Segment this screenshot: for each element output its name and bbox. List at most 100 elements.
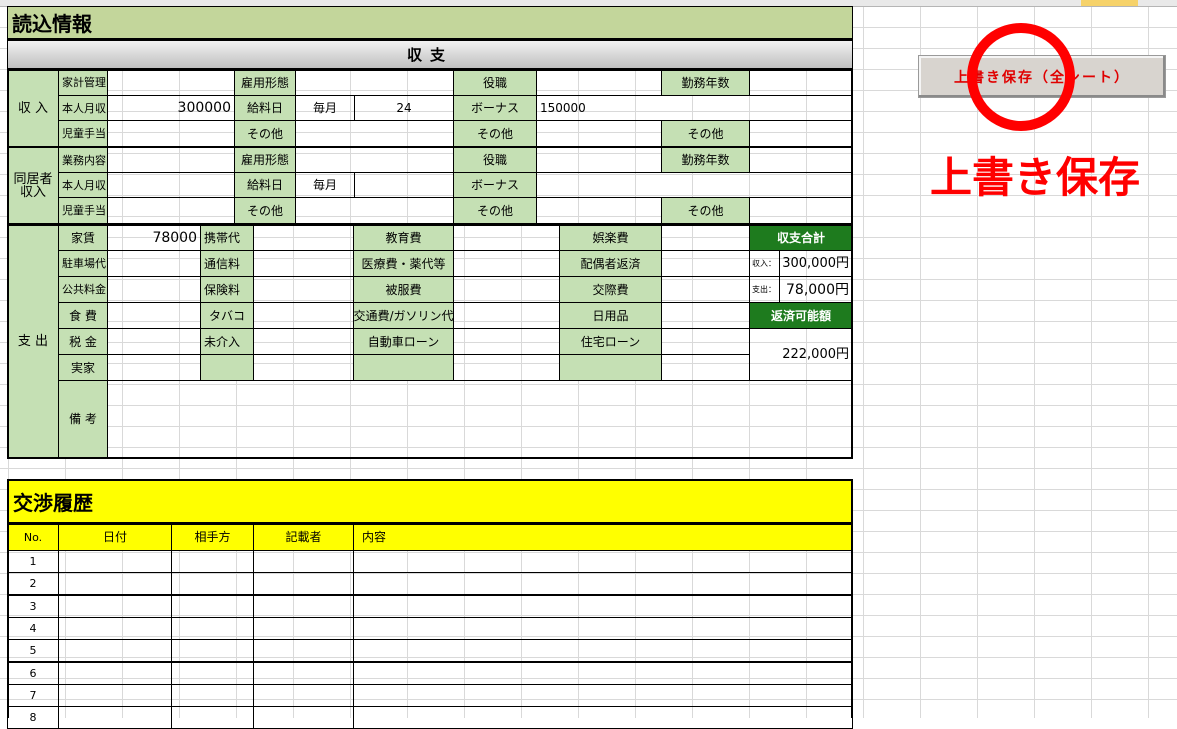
cohabitant-section-label: 同居者 収入 bbox=[7, 147, 59, 224]
history-recorder[interactable] bbox=[253, 662, 354, 685]
field-communication[interactable] bbox=[253, 250, 354, 277]
history-date[interactable] bbox=[58, 639, 172, 662]
history-counterparty[interactable] bbox=[171, 595, 254, 618]
remarks-label: 備 考 bbox=[58, 380, 108, 458]
history-content[interactable] bbox=[353, 572, 853, 595]
field-utilities[interactable] bbox=[107, 276, 201, 303]
sheet-title: 読込情報 bbox=[7, 6, 853, 40]
history-counterparty[interactable] bbox=[171, 550, 254, 573]
history-date[interactable] bbox=[58, 550, 172, 573]
history-recorder[interactable] bbox=[253, 639, 354, 662]
field-daily-goods[interactable] bbox=[661, 302, 750, 329]
label-job-description: 業務内容 bbox=[58, 147, 108, 173]
field-rent[interactable]: 78000 bbox=[107, 224, 201, 251]
field-cohab-payday-day[interactable] bbox=[354, 172, 454, 198]
field-transport-gas[interactable] bbox=[453, 302, 560, 329]
history-row-number: 3 bbox=[7, 595, 59, 618]
field-mobile-fee[interactable] bbox=[253, 224, 354, 251]
field-monthly-income[interactable]: 300000 bbox=[107, 95, 235, 121]
field-spouse-repayment[interactable] bbox=[661, 250, 750, 277]
field-cohab-monthly-income[interactable] bbox=[107, 172, 235, 198]
field-cohab-other-3[interactable] bbox=[749, 197, 853, 224]
field-education[interactable] bbox=[453, 224, 560, 251]
history-recorder[interactable] bbox=[253, 550, 354, 573]
field-blank-c[interactable] bbox=[453, 354, 560, 381]
field-medical[interactable] bbox=[453, 250, 560, 277]
field-job-description[interactable] bbox=[107, 147, 235, 173]
col-header-recorder: 記載者 bbox=[253, 523, 354, 551]
field-cohab-other-2[interactable] bbox=[536, 197, 662, 224]
field-position[interactable] bbox=[536, 69, 662, 96]
field-cohab-employment-type[interactable] bbox=[295, 147, 454, 173]
field-other-1[interactable] bbox=[295, 120, 454, 147]
history-date[interactable] bbox=[58, 572, 172, 595]
field-cohab-position[interactable] bbox=[536, 147, 662, 173]
history-date[interactable] bbox=[58, 617, 172, 640]
field-insurance[interactable] bbox=[253, 276, 354, 303]
history-row-number: 2 bbox=[7, 572, 59, 595]
history-date[interactable] bbox=[58, 684, 172, 707]
field-tobacco[interactable] bbox=[253, 302, 354, 329]
label-monthly-income: 本人月収 bbox=[58, 95, 108, 121]
label-rent: 家賃 bbox=[58, 224, 108, 251]
field-parents-home[interactable] bbox=[107, 354, 201, 381]
history-counterparty[interactable] bbox=[171, 617, 254, 640]
history-counterparty[interactable] bbox=[171, 572, 254, 595]
field-child-allowance[interactable] bbox=[107, 120, 235, 147]
field-parking[interactable] bbox=[107, 250, 201, 277]
income-section-label: 収 入 bbox=[7, 69, 59, 147]
history-date[interactable] bbox=[58, 662, 172, 685]
col-header-content: 内容 bbox=[353, 523, 853, 551]
history-date[interactable] bbox=[58, 595, 172, 618]
summary-income-label: 収入： bbox=[749, 250, 780, 277]
field-social-expenses[interactable] bbox=[661, 276, 750, 303]
label-taxes: 税 金 bbox=[58, 328, 108, 355]
field-payday-day[interactable]: 24 bbox=[354, 95, 454, 121]
label-household-manager: 家計管理 bbox=[58, 69, 108, 96]
field-car-loan[interactable] bbox=[453, 328, 560, 355]
label-mortgage: 住宅ローン bbox=[559, 328, 662, 355]
label-parents-home: 実家 bbox=[58, 354, 108, 381]
field-blank-d[interactable] bbox=[661, 354, 750, 381]
history-content[interactable] bbox=[353, 684, 853, 707]
history-content[interactable] bbox=[353, 662, 853, 685]
label-utilities: 公共料金 bbox=[58, 276, 108, 303]
history-content[interactable] bbox=[353, 550, 853, 573]
field-entertainment[interactable] bbox=[661, 224, 750, 251]
field-bonus[interactable]: 150000 bbox=[536, 95, 853, 121]
cohabitant-label-line2: 収入 bbox=[19, 184, 46, 200]
history-recorder[interactable] bbox=[253, 572, 354, 595]
selected-column-header bbox=[1081, 0, 1138, 6]
field-cohab-bonus[interactable] bbox=[536, 172, 853, 198]
field-employment-type[interactable] bbox=[295, 69, 454, 96]
field-clothing[interactable] bbox=[453, 276, 560, 303]
field-other-3[interactable] bbox=[749, 120, 853, 147]
field-years-employed[interactable] bbox=[749, 69, 853, 96]
label-tobacco: タバコ bbox=[200, 302, 254, 329]
remarks-field[interactable] bbox=[107, 380, 853, 458]
field-cohab-years-employed[interactable] bbox=[749, 147, 853, 173]
history-row-number: 7 bbox=[7, 684, 59, 707]
history-recorder[interactable] bbox=[253, 684, 354, 707]
history-counterparty[interactable] bbox=[171, 639, 254, 662]
history-counterparty[interactable] bbox=[171, 684, 254, 707]
label-bonus: ボーナス bbox=[453, 95, 537, 121]
field-cohab-other-1[interactable] bbox=[295, 197, 454, 224]
history-recorder[interactable] bbox=[253, 617, 354, 640]
field-food[interactable] bbox=[107, 302, 201, 329]
field-not-involved[interactable] bbox=[253, 328, 354, 355]
field-household-manager[interactable] bbox=[107, 69, 235, 96]
field-cohab-payday-prefix: 毎月 bbox=[295, 172, 355, 198]
field-mortgage[interactable] bbox=[661, 328, 750, 355]
summary-income-value: 300,000円 bbox=[779, 250, 853, 277]
history-content[interactable] bbox=[353, 639, 853, 662]
field-blank-b[interactable] bbox=[253, 354, 354, 381]
history-recorder[interactable] bbox=[253, 595, 354, 618]
field-taxes[interactable] bbox=[107, 328, 201, 355]
field-cohab-child-allowance[interactable] bbox=[107, 197, 235, 224]
history-content[interactable] bbox=[353, 595, 853, 618]
label-payday: 給料日 bbox=[234, 95, 296, 121]
history-counterparty[interactable] bbox=[171, 662, 254, 685]
field-other-2[interactable] bbox=[536, 120, 662, 147]
history-content[interactable] bbox=[353, 617, 853, 640]
